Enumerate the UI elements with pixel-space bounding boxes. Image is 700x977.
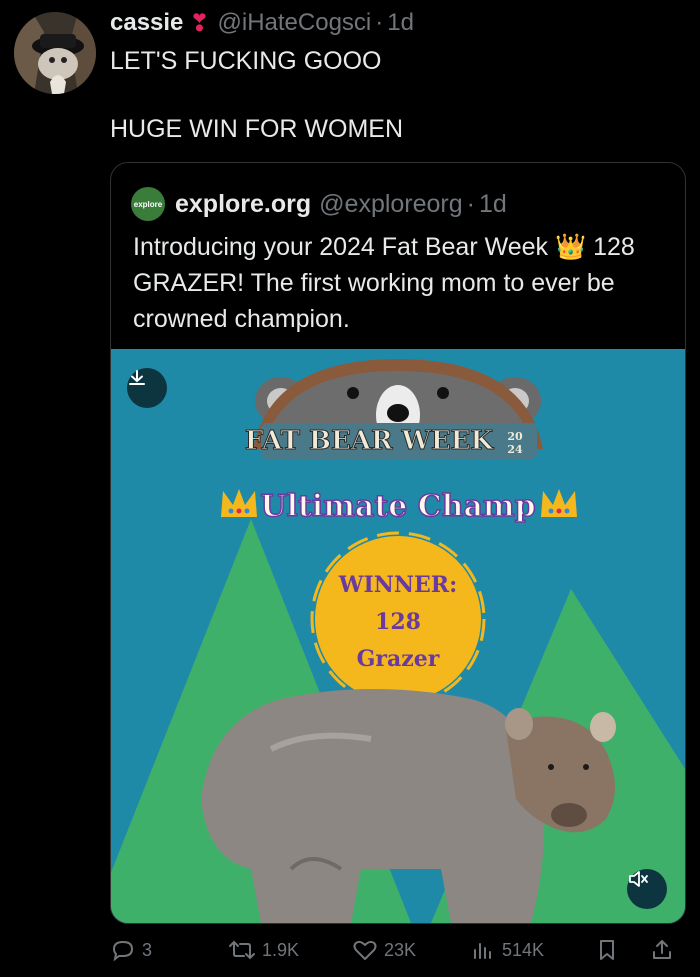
separator: · <box>375 9 384 36</box>
banner-year-bottom: 24 <box>507 443 523 456</box>
quoted-media[interactable]: FAT BEAR WEEK 20 24 Ultimate Champ WINNE… <box>111 349 685 923</box>
like-icon <box>353 940 377 960</box>
action-bar: 3 1.9K 23K 514K <box>110 930 684 970</box>
reply-icon <box>112 940 134 962</box>
badge-line2: 128 <box>375 609 421 635</box>
post-text: LET'S FUCKING GOOO HUGE WIN FOR WOMEN <box>110 44 403 146</box>
separator: · <box>466 189 475 218</box>
repost-button[interactable]: 1.9K <box>228 930 299 970</box>
post-text-line2: HUGE WIN FOR WOMEN <box>110 115 404 143</box>
quoted-post[interactable]: explore explore.org @exploreorg · 1d Int… <box>110 162 686 924</box>
badge-line1: WINNER: <box>338 572 457 598</box>
download-button[interactable] <box>127 368 167 408</box>
repost-icon <box>229 940 255 960</box>
views-button[interactable]: 514K <box>470 930 544 970</box>
subtitle: Ultimate Champ <box>260 489 535 524</box>
bookmark-icon <box>600 940 614 960</box>
post-header: cassie ❣ @iHateCogsci · 1d <box>110 6 414 40</box>
like-button[interactable]: 23K <box>352 930 416 970</box>
banner-title: FAT BEAR WEEK <box>245 426 495 456</box>
reply-count: 3 <box>142 939 153 960</box>
download-icon <box>129 370 145 385</box>
banner-year-top: 20 <box>507 430 523 443</box>
quoted-author-name[interactable]: explore.org <box>175 190 311 219</box>
badge-line3: Grazer <box>357 646 440 672</box>
post-time[interactable]: 1d <box>387 9 414 37</box>
like-count: 23K <box>384 939 417 960</box>
avatar[interactable] <box>14 12 96 94</box>
explore-logo: explore <box>131 187 165 221</box>
bookmark-button[interactable] <box>596 930 624 970</box>
fat-bear-week-graphic: FAT BEAR WEEK 20 24 Ultimate Champ WINNE… <box>111 349 685 923</box>
heart-emoji-icon: ❣ <box>189 9 210 37</box>
mute-button[interactable] <box>627 869 667 909</box>
avatar-image <box>14 12 96 94</box>
logo-text: explore <box>133 199 163 209</box>
views-icon <box>474 943 491 959</box>
quoted-header: explore explore.org @exploreorg · 1d <box>131 187 507 221</box>
views-count: 514K <box>502 939 545 960</box>
repost-count: 1.9K <box>262 939 300 960</box>
author-handle[interactable]: @iHateCogsci <box>218 9 372 37</box>
share-icon <box>653 940 671 959</box>
share-button[interactable] <box>650 930 680 970</box>
post-text-line1: LET'S FUCKING GOOO <box>110 47 382 75</box>
mute-icon <box>629 871 648 887</box>
quoted-time[interactable]: 1d <box>479 190 507 219</box>
quoted-text: Introducing your 2024 Fat Bear Week 👑 12… <box>133 233 635 333</box>
author-name[interactable]: cassie <box>110 9 183 37</box>
reply-button[interactable]: 3 <box>110 930 152 970</box>
quoted-author-handle[interactable]: @exploreorg <box>319 190 463 219</box>
